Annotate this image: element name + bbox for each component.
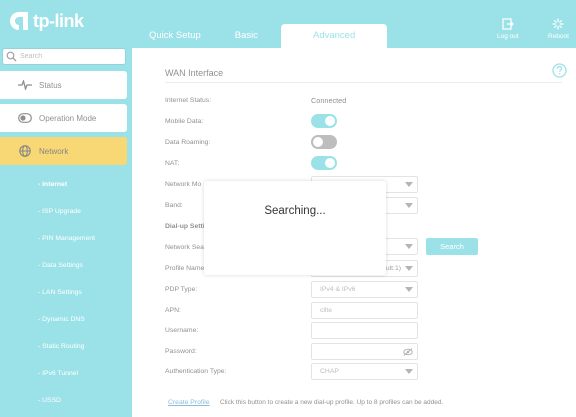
searching-dialog: Searching... <box>204 181 386 275</box>
searching-text: Searching... <box>264 205 326 217</box>
